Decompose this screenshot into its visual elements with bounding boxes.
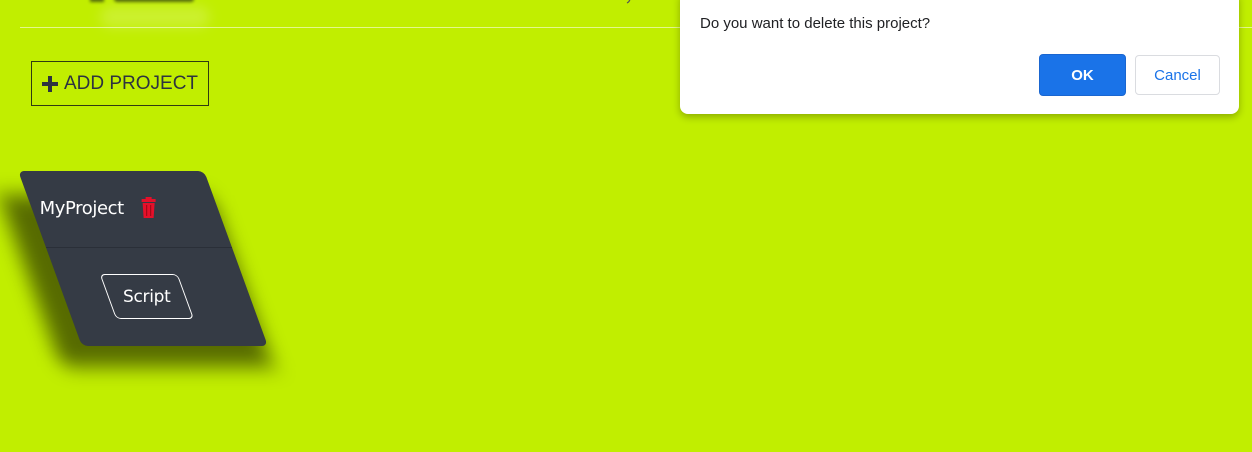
dialog-message: Do you want to delete this project? [700,15,931,32]
project-card-header: MyProject [40,197,160,219]
project-name: MyProject [39,197,124,219]
cancel-button[interactable]: Cancel [1135,55,1220,95]
trash-icon[interactable] [138,197,160,219]
confirm-dialog: Do you want to delete this project? OK C… [680,0,1239,114]
header-decoration [625,0,635,8]
app-logo-graphic [90,0,194,2]
add-project-label: ADD PROJECT [63,72,199,94]
script-button[interactable]: Script [99,274,195,319]
ok-button[interactable]: OK [1039,54,1126,96]
app-logo [88,0,208,23]
plus-icon [41,75,58,92]
project-card-divider [45,247,233,248]
add-project-button[interactable]: ADD PROJECT [31,61,209,106]
script-button-label: Script [123,286,171,307]
